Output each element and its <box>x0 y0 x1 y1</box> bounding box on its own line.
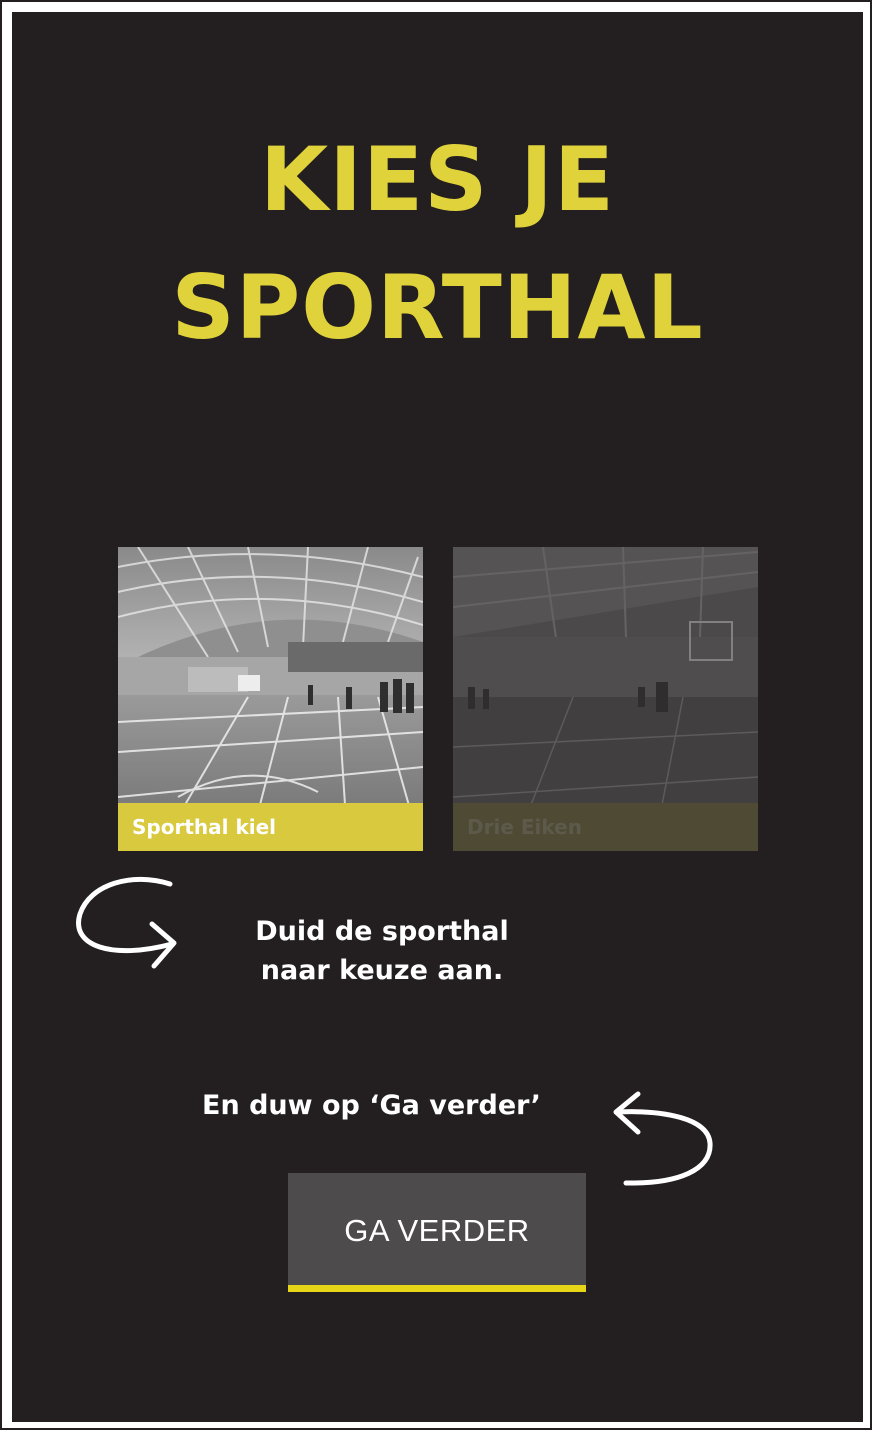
hall-card-drie-eiken[interactable]: Drie Eiken <box>453 547 758 851</box>
instruction-select-hall: Duid de sporthal naar keuze aan. <box>232 912 532 990</box>
device-frame: KIES JE SPORTHAL Sporthal kiel Drie Eike… <box>0 0 872 1430</box>
hall-card-label: Sporthal kiel <box>118 803 423 851</box>
page-title-line-2: SPORTHAL <box>171 256 704 359</box>
continue-button[interactable]: GA VERDER <box>288 1173 586 1288</box>
hall-card-label: Drie Eiken <box>453 803 758 851</box>
instruction-line-2: naar keuze aan. <box>260 955 504 986</box>
curved-arrow-left-icon <box>613 1091 713 1186</box>
curved-arrow-right-icon <box>76 876 177 969</box>
instruction-continue: En duw op ‘Ga verder’ <box>202 1090 541 1121</box>
page-title: KIES JE SPORTHAL <box>12 116 863 372</box>
page-title-line-1: KIES JE <box>260 128 615 231</box>
screen: KIES JE SPORTHAL Sporthal kiel Drie Eike… <box>12 12 863 1422</box>
hall-card-sporthal-kiel[interactable]: Sporthal kiel <box>118 547 423 851</box>
instruction-line-1: Duid de sporthal <box>255 916 509 947</box>
continue-button-underline <box>288 1285 586 1292</box>
